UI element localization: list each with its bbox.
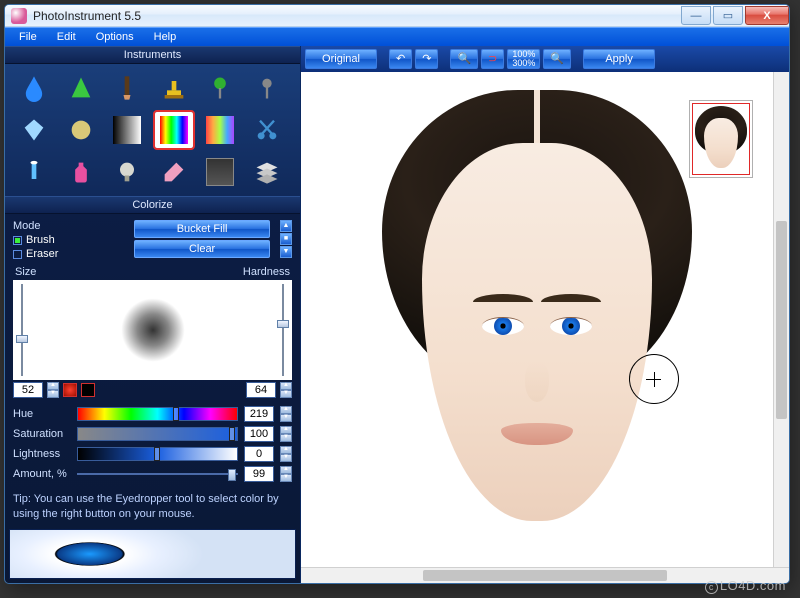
amount-value[interactable]: 99: [244, 466, 274, 482]
color-swatch-black[interactable]: [81, 383, 95, 397]
mode-up-button[interactable]: ▲: [280, 220, 292, 232]
hardness-value[interactable]: 64: [246, 382, 276, 398]
mode-down-button[interactable]: ▼: [280, 246, 292, 258]
canvas-toolbar: Original ↶ ↷ 🔍 ⊃ 100%300% 🔍 Apply: [301, 46, 789, 72]
menu-file[interactable]: File: [9, 28, 47, 46]
zoom-fit-button[interactable]: 🔍: [450, 49, 478, 69]
canvas-area: Original ↶ ↷ 🔍 ⊃ 100%300% 🔍 Apply: [301, 46, 789, 583]
tool-sphere[interactable]: [62, 112, 100, 148]
menu-edit[interactable]: Edit: [47, 28, 86, 46]
clear-button[interactable]: Clear: [134, 240, 270, 258]
color-swatch-red[interactable]: [63, 383, 77, 397]
saturation-value[interactable]: 100: [244, 426, 274, 442]
lightness-value[interactable]: 0: [244, 446, 274, 462]
menu-options[interactable]: Options: [86, 28, 144, 46]
bucket-fill-button[interactable]: Bucket Fill: [134, 220, 270, 238]
hardness-label: Hardness: [243, 266, 290, 278]
zoom-in-button[interactable]: 🔍: [543, 49, 571, 69]
plus-icon: 🔍: [550, 50, 564, 68]
tool-tube[interactable]: [15, 154, 53, 190]
menu-help[interactable]: Help: [144, 28, 187, 46]
sidebar: Instruments Color: [5, 46, 301, 583]
amount-label: Amount, %: [13, 468, 71, 480]
brush-preview: [13, 280, 292, 380]
portrait-image: [382, 90, 692, 530]
instruments-grid: [5, 64, 300, 196]
search-icon: 🔍: [457, 50, 471, 68]
brush-cursor: [629, 354, 679, 404]
maximize-button[interactable]: ▭: [713, 6, 743, 25]
hue-value[interactable]: 219: [244, 406, 274, 422]
hue-spinner[interactable]: ▲▼: [280, 406, 292, 422]
tool-pin[interactable]: [201, 70, 239, 106]
saturation-spinner[interactable]: ▲▼: [280, 426, 292, 442]
redo-button[interactable]: ↷: [415, 49, 438, 69]
redo-icon: ↷: [422, 50, 431, 68]
instruments-header: Instruments: [5, 46, 300, 64]
tool-photo-frame[interactable]: [201, 154, 239, 190]
close-button[interactable]: X: [745, 6, 789, 25]
tool-gradient[interactable]: [108, 112, 146, 148]
tool-sharpen[interactable]: [62, 70, 100, 106]
amount-slider[interactable]: [77, 467, 238, 481]
lightness-slider[interactable]: [77, 447, 238, 461]
tool-rainbow-soft[interactable]: [201, 112, 239, 148]
lightness-spinner[interactable]: ▲▼: [280, 446, 292, 462]
mode-label: Mode: [13, 220, 126, 232]
watermark: cLO4D.com: [705, 578, 786, 594]
eyes-banner: [9, 529, 296, 579]
titlebar[interactable]: PhotoInstrument 5.5 — ▭ X: [5, 5, 789, 27]
zoom-presets-button[interactable]: 100%300%: [507, 49, 540, 69]
size-slider[interactable]: [13, 280, 31, 380]
tool-scissors[interactable]: [248, 112, 286, 148]
tool-layers[interactable]: [248, 154, 286, 190]
tool-bulb[interactable]: [108, 154, 146, 190]
image-viewport[interactable]: [301, 72, 773, 567]
saturation-label: Saturation: [13, 428, 71, 440]
hue-slider[interactable]: [77, 407, 238, 421]
hardness-spinner[interactable]: ▲▼: [280, 382, 292, 398]
magnet-icon: ⊃: [488, 50, 497, 68]
vertical-scrollbar[interactable]: [773, 72, 789, 567]
lightness-label: Lightness: [13, 448, 71, 460]
size-spinner[interactable]: ▲▼: [47, 382, 59, 398]
size-label: Size: [15, 266, 36, 278]
magnet-button[interactable]: ⊃: [481, 49, 504, 69]
mode-brush-checkbox[interactable]: Brush: [13, 234, 126, 246]
size-value[interactable]: 52: [13, 382, 43, 398]
mode-mid-button[interactable]: ■: [280, 233, 292, 245]
hue-label: Hue: [13, 408, 71, 420]
tool-blur[interactable]: [15, 70, 53, 106]
amount-spinner[interactable]: ▲▼: [280, 466, 292, 482]
mode-eraser-checkbox[interactable]: Eraser: [13, 248, 126, 260]
colorize-header: Colorize: [5, 196, 300, 214]
tool-clone-stamp[interactable]: [155, 70, 193, 106]
undo-icon: ↶: [396, 50, 405, 68]
apply-button[interactable]: Apply: [583, 49, 655, 69]
minimize-button[interactable]: —: [681, 6, 711, 25]
saturation-slider[interactable]: [77, 427, 238, 441]
tool-brush[interactable]: [108, 70, 146, 106]
menu-bar: File Edit Options Help: [5, 27, 789, 46]
tip-text: Tip: You can use the Eyedropper tool to …: [5, 486, 300, 527]
tool-rainbow[interactable]: [155, 112, 193, 148]
tool-diamond[interactable]: [15, 112, 53, 148]
navigator-thumbnail[interactable]: [689, 100, 753, 178]
tool-dodge[interactable]: [248, 70, 286, 106]
window-title: PhotoInstrument 5.5: [33, 9, 679, 23]
hardness-slider[interactable]: [274, 280, 292, 380]
app-icon: [11, 8, 27, 24]
tool-eraser[interactable]: [155, 154, 193, 190]
undo-button[interactable]: ↶: [389, 49, 412, 69]
app-window: PhotoInstrument 5.5 — ▭ X File Edit Opti…: [4, 4, 790, 584]
tool-bottle[interactable]: [62, 154, 100, 190]
original-button[interactable]: Original: [305, 49, 377, 69]
